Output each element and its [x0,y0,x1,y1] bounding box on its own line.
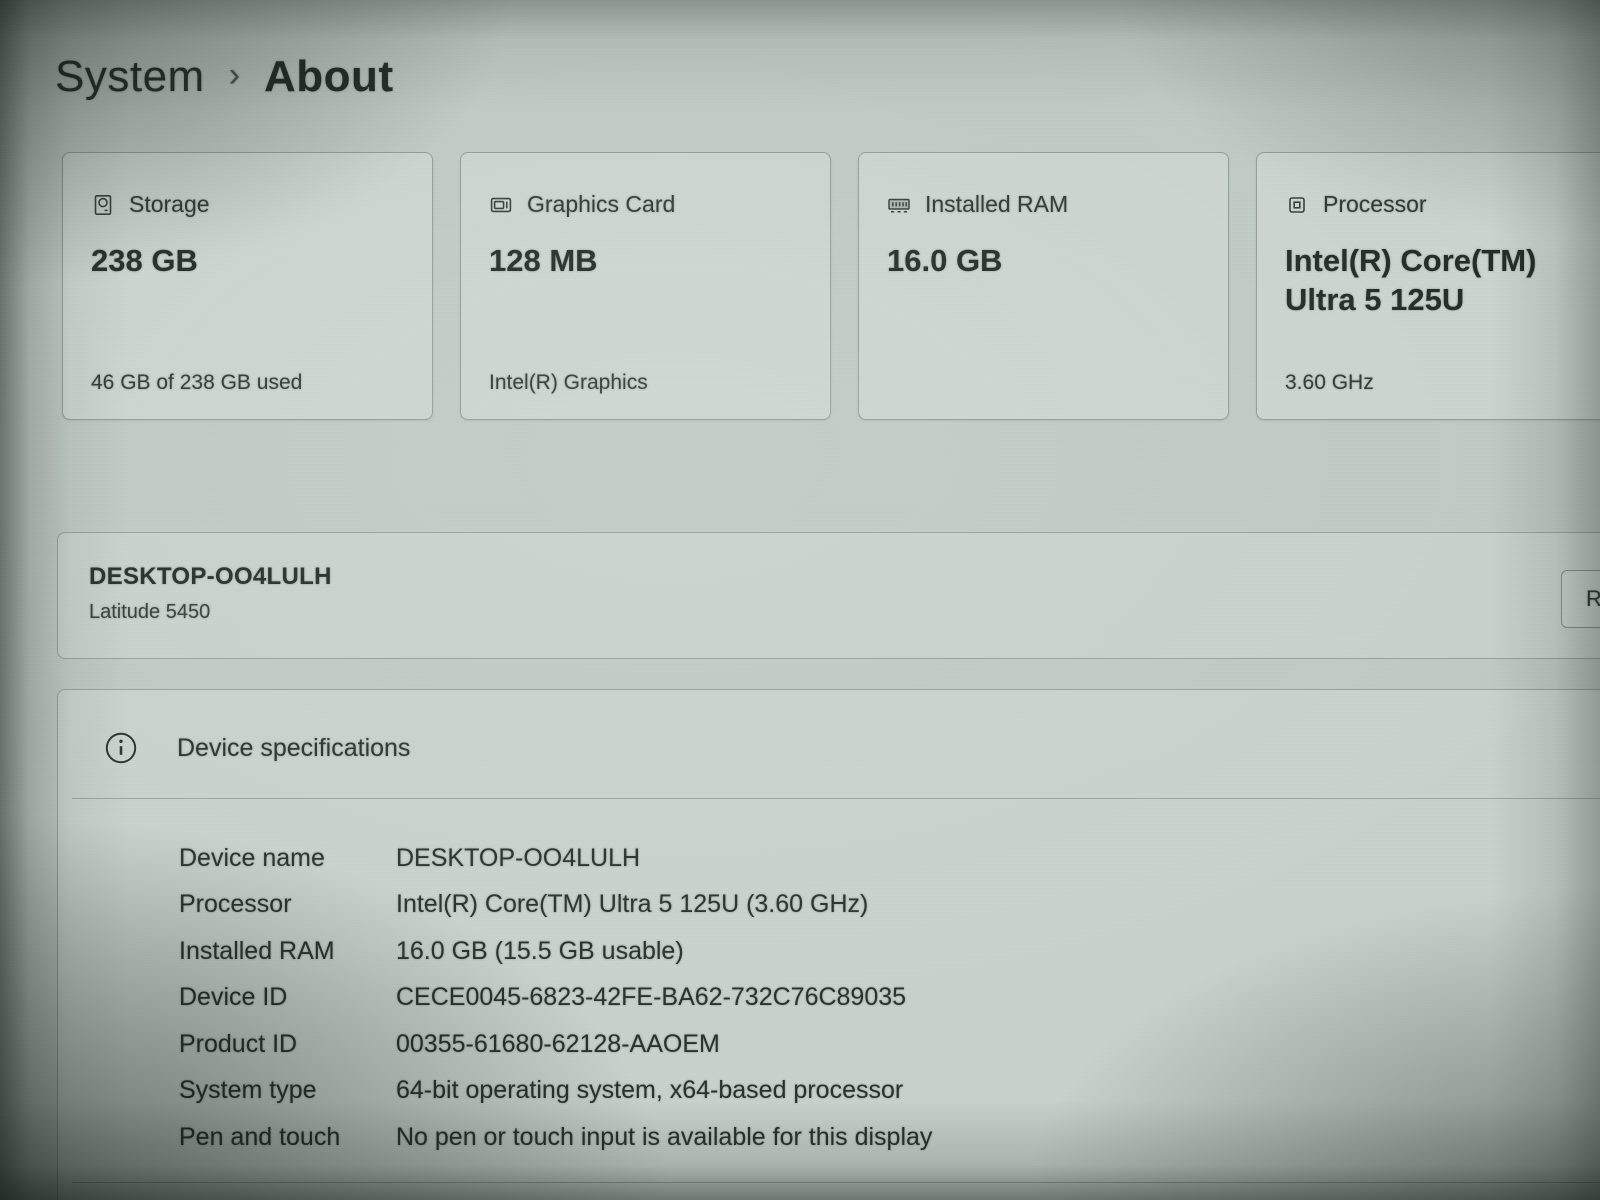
spec-row-product-id: Product ID 00355-61680-62128-AAOEM [179,1021,1600,1068]
storage-card: Storage 238 GB 46 GB of 238 GB used [62,152,433,420]
spec-label: Processor [179,890,396,919]
spec-row-processor: Processor Intel(R) Core(TM) Ultra 5 125U… [179,882,1600,929]
storage-card-sublabel: 46 GB of 238 GB used [91,371,302,395]
spec-label: Product ID [179,1030,396,1059]
graphics-card-sublabel: Intel(R) Graphics [489,371,648,395]
summary-cards-row: Storage 238 GB 46 GB of 238 GB used Grap… [62,152,1600,420]
spec-row-system-type: System type 64-bit operating system, x64… [179,1068,1600,1115]
spec-value: Intel(R) Core(TM) Ultra 5 125U (3.60 GHz… [396,890,868,919]
info-icon [103,730,139,766]
installed-ram-card-value: 16.0 GB [887,242,1204,281]
spec-value: 64-bit operating system, x64-based proce… [396,1076,903,1105]
spec-value: DESKTOP-OO4LULH [396,844,640,873]
graphics-card: Graphics Card 128 MB Intel(R) Graphics [460,152,831,420]
storage-card-value: 238 GB [91,242,408,281]
spec-label: Pen and touch [179,1123,396,1152]
spec-value: 16.0 GB (15.5 GB usable) [396,937,684,966]
device-name-text: DESKTOP-OO4LULH [89,563,332,591]
divider [72,798,1600,799]
spec-label: Device name [179,844,396,873]
device-specifications-expander[interactable]: Device specifications [103,718,410,778]
spec-label: Installed RAM [179,937,396,966]
storage-card-label: Storage [129,191,210,218]
breadcrumb: System › About [55,52,394,102]
breadcrumb-system[interactable]: System [55,52,205,102]
device-name-panel: DESKTOP-OO4LULH Latitude 5450 R [57,532,1600,659]
processor-card-label: Processor [1323,191,1427,218]
chevron-right-icon: › [229,56,240,95]
device-specifications-title: Device specifications [177,734,410,763]
device-model-text: Latitude 5450 [89,601,210,624]
graphics-card-value: 128 MB [489,242,806,281]
processor-card: Processor Intel(R) Core(TM) Ultra 5 125U… [1256,152,1600,420]
spec-value: 00355-61680-62128-AAOEM [396,1030,720,1059]
device-specifications-panel: Device specifications Device name DESKTO… [57,689,1600,1200]
spec-rows: Device name DESKTOP-OO4LULH Processor In… [179,835,1600,1161]
installed-ram-card: Installed RAM 16.0 GB [858,152,1229,420]
divider [72,1182,1600,1183]
graphics-card-label: Graphics Card [527,191,675,218]
page-title: About [264,52,394,102]
processor-card-value: Intel(R) Core(TM) Ultra 5 125U [1285,242,1600,320]
spec-value: No pen or touch input is available for t… [396,1123,932,1152]
spec-label: System type [179,1076,396,1105]
spec-value: CECE0045-6823-42FE-BA62-732C76C89035 [396,983,906,1012]
installed-ram-card-label: Installed RAM [925,191,1068,218]
processor-card-sublabel: 3.60 GHz [1285,371,1374,395]
spec-row-pen-and-touch: Pen and touch No pen or touch input is a… [179,1114,1600,1161]
spec-row-device-name: Device name DESKTOP-OO4LULH [179,835,1600,882]
cpu-icon [1285,193,1309,217]
hard-drive-icon [91,193,115,217]
spec-row-device-id: Device ID CECE0045-6823-42FE-BA62-732C76… [179,975,1600,1022]
gpu-icon [489,193,513,217]
spec-label: Device ID [179,983,396,1012]
settings-about-page: System › About Storage 238 GB 46 GB of 2… [0,0,1600,1200]
spec-row-installed-ram: Installed RAM 16.0 GB (15.5 GB usable) [179,928,1600,975]
ram-icon [887,193,911,217]
rename-pc-button[interactable]: R [1561,570,1600,628]
